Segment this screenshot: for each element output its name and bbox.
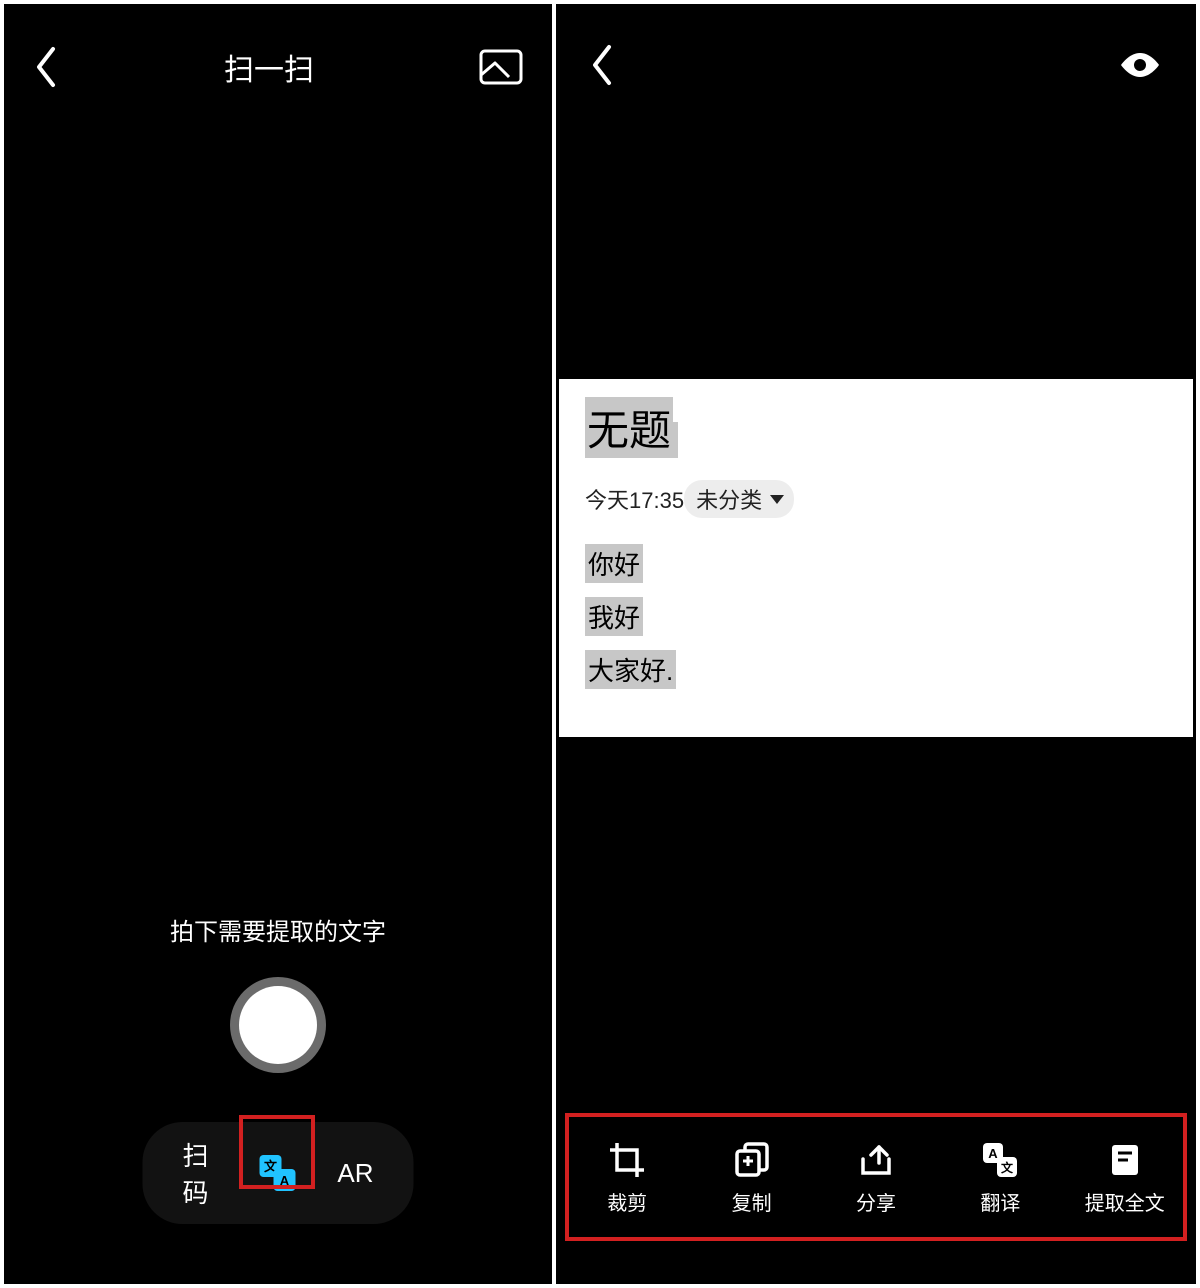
crop-label: 裁剪 — [607, 1187, 647, 1216]
translate-button[interactable]: A 文 翻译 — [945, 1141, 1055, 1216]
share-label: 分享 — [856, 1187, 896, 1216]
share-icon — [857, 1141, 895, 1179]
visibility-toggle[interactable] — [1117, 50, 1163, 85]
scan-title: 扫一扫 — [224, 45, 314, 89]
doc-line[interactable]: 我好 — [585, 597, 643, 636]
doc-line[interactable]: 大家好. — [585, 650, 676, 689]
result-header — [559, 7, 1193, 127]
document-icon — [1106, 1141, 1144, 1179]
shutter-button[interactable] — [230, 977, 326, 1073]
scan-header: 扫一扫 — [7, 7, 549, 127]
svg-text:文: 文 — [1001, 1160, 1014, 1175]
back-button[interactable] — [33, 45, 59, 89]
scan-hint: 拍下需要提取的文字 — [7, 912, 549, 947]
result-toolbar: 裁剪 复制 分享 A 文 — [559, 1123, 1193, 1233]
translate-icon: A 文 — [981, 1141, 1019, 1179]
tab-ar[interactable]: AR — [337, 1158, 373, 1189]
extracted-document: 无题 今天17:35 未分类 你好 我好 大家好. — [559, 379, 1193, 737]
scan-mode-tabs: 扫码 文 A AR — [143, 1122, 414, 1224]
crop-icon — [608, 1141, 646, 1179]
chevron-left-icon — [589, 43, 615, 87]
album-button[interactable] — [479, 49, 523, 85]
eye-icon — [1117, 50, 1163, 80]
doc-title[interactable]: 无题 — [585, 397, 673, 458]
doc-timestamp: 今天17:35 — [585, 483, 684, 515]
translate-icon: 文 A — [257, 1153, 297, 1193]
crop-button[interactable]: 裁剪 — [572, 1141, 682, 1216]
svg-text:A: A — [280, 1173, 290, 1188]
doc-title-cursor — [670, 422, 678, 458]
extract-label: 提取全文 — [1085, 1187, 1165, 1216]
shutter-inner — [239, 986, 317, 1064]
back-button[interactable] — [589, 43, 615, 92]
doc-line[interactable]: 你好 — [585, 544, 643, 583]
scan-screen: 扫一扫 拍下需要提取的文字 扫码 文 A AR — [4, 4, 552, 1284]
tab-translate[interactable]: 文 A — [257, 1153, 297, 1193]
ocr-result-screen: 无题 今天17:35 未分类 你好 我好 大家好. 裁剪 复制 — [556, 4, 1196, 1284]
copy-icon — [733, 1141, 771, 1179]
doc-category-chip[interactable]: 未分类 — [684, 480, 794, 518]
translate-label: 翻译 — [980, 1187, 1020, 1216]
copy-label: 复制 — [732, 1187, 772, 1216]
chevron-left-icon — [33, 45, 59, 89]
extract-fulltext-button[interactable]: 提取全文 — [1070, 1141, 1180, 1216]
svg-text:A: A — [989, 1146, 999, 1161]
album-icon — [479, 49, 523, 85]
copy-button[interactable]: 复制 — [697, 1141, 807, 1216]
doc-meta: 今天17:35 未分类 — [585, 480, 1167, 518]
share-button[interactable]: 分享 — [821, 1141, 931, 1216]
tab-scan-code[interactable]: 扫码 — [183, 1136, 218, 1210]
doc-body: 你好 我好 大家好. — [585, 544, 1167, 703]
